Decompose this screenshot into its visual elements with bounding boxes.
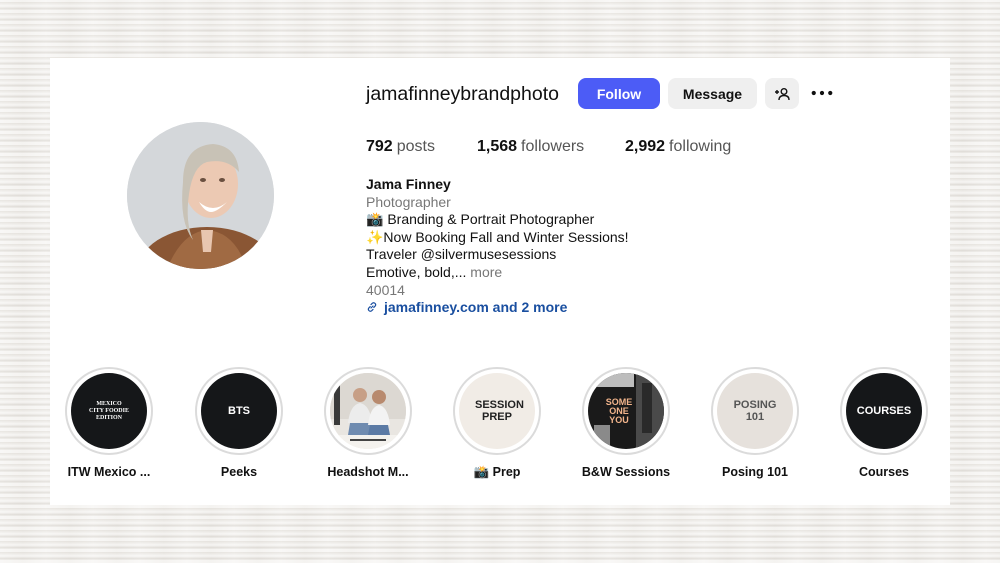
highlight-headshot[interactable]: Headshot M... [308, 367, 428, 479]
highlight-prep[interactable]: SESSION PREP 📸 Prep [437, 367, 557, 480]
highlight-cover: BTS [201, 373, 277, 449]
highlight-cover-text: POSING 101 [733, 399, 777, 423]
followers-count: 1,568 [477, 138, 518, 155]
highlight-itw-mexico[interactable]: MEXICO CITY FOODIE EDITION ITW Mexico ..… [49, 367, 169, 479]
posts-count: 792 [366, 138, 393, 155]
username: jamafinneybrandphoto [366, 83, 559, 105]
highlight-cover: SOME ONE YOU [588, 373, 664, 449]
bio-line-1: 📸 Branding & Portrait Photographer [366, 211, 595, 227]
highlight-bw-sessions[interactable]: SOME ONE YOU B&W Sessions [566, 367, 686, 479]
highlight-label: Headshot M... [327, 465, 409, 479]
highlight-label: ITW Mexico ... [67, 465, 151, 479]
highlight-ring: POSING 101 [711, 367, 799, 455]
highlight-cover-text: MEXICO CITY FOODIE EDITION [89, 400, 129, 421]
highlight-cover-text: BTS [228, 405, 250, 417]
highlight-cover: COURSES [846, 373, 922, 449]
highlight-ring: SOME ONE YOU [582, 367, 670, 455]
highlight-peeks[interactable]: BTS Peeks [179, 367, 299, 479]
highlight-ring [324, 367, 412, 455]
following-count: 2,992 [625, 138, 666, 155]
posts-stat: 792 posts [366, 138, 435, 156]
highlight-cover: MEXICO CITY FOODIE EDITION [71, 373, 147, 449]
highlight-label: Courses [858, 465, 910, 479]
more-dots-icon [811, 90, 833, 96]
highlight-cover-text: SOME ONE YOU [605, 396, 633, 425]
website-link-text: jamafinney.com and 2 more [384, 299, 568, 315]
highlight-cover: POSING 101 [717, 373, 793, 449]
website-link[interactable]: jamafinney.com and 2 more [366, 299, 567, 315]
avatar-photo [127, 122, 274, 269]
following-stat[interactable]: 2,992 following [625, 138, 731, 156]
category-label: Photographer [366, 194, 451, 210]
bio-line-2: ✨Now Booking Fall and Winter Sessions! [366, 229, 629, 245]
bio-line-3: Traveler @silvermusesessions [366, 246, 557, 262]
add-user-button[interactable] [765, 78, 799, 109]
link-icon [367, 302, 377, 312]
headshot-photo [330, 373, 406, 449]
highlight-posing-101[interactable]: POSING 101 Posing 101 [695, 367, 815, 479]
followers-label: followers [521, 138, 585, 155]
highlight-label: Posing 101 [722, 465, 788, 479]
highlight-ring: SESSION PREP [453, 367, 541, 455]
followers-stat[interactable]: 1,568 followers [477, 138, 584, 156]
profile-avatar[interactable] [127, 122, 274, 269]
more-options-button[interactable] [810, 83, 834, 103]
highlight-cover-text: SESSION PREP [475, 399, 524, 423]
highlight-ring: MEXICO CITY FOODIE EDITION [65, 367, 153, 455]
bio-zip: 40014 [366, 282, 405, 298]
display-name: Jama Finney [366, 176, 451, 192]
highlight-label: Peeks [220, 465, 258, 479]
follow-button[interactable]: Follow [578, 78, 660, 109]
highlight-ring: COURSES [840, 367, 928, 455]
highlight-cover: SESSION PREP [459, 373, 535, 449]
profile-panel: jamafinneybrandphoto Follow Message 792 p… [50, 58, 950, 505]
highlight-courses[interactable]: COURSES Courses [824, 367, 944, 479]
highlight-label: B&W Sessions [581, 465, 671, 479]
message-button[interactable]: Message [668, 78, 757, 109]
bio-line-4-text: Emotive, bold,... [366, 264, 471, 280]
highlight-cover-text: COURSES [856, 405, 912, 417]
bio-more-link[interactable]: more [470, 264, 502, 280]
highlight-ring: BTS [195, 367, 283, 455]
highlight-cover [330, 373, 406, 449]
person-add-icon [775, 87, 790, 100]
highlight-label: 📸 Prep [473, 465, 521, 479]
posts-label: posts [396, 138, 435, 155]
following-label: following [669, 138, 732, 155]
bio-line-4: Emotive, bold,... more [366, 264, 502, 282]
